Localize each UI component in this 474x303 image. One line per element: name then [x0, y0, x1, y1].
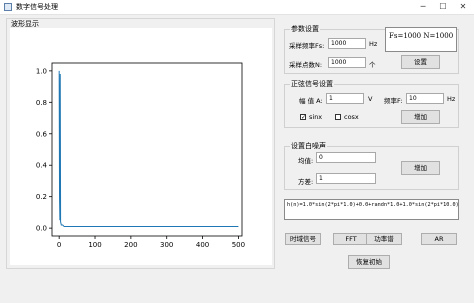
amplitude-unit: V	[368, 95, 373, 103]
variance-input[interactable]: 1	[316, 173, 376, 184]
y-tick-label: 1.0	[36, 67, 47, 75]
y-tick-label: 0.4	[36, 162, 48, 170]
plot-frame	[51, 62, 243, 237]
restore-button[interactable]: 恢复初始	[348, 255, 390, 269]
frequency-input[interactable]: 10	[406, 93, 444, 104]
app-icon	[4, 3, 12, 11]
frequency-label: 频率F:	[384, 97, 403, 105]
fft-button[interactable]: FFT	[333, 233, 369, 245]
noise-group-title: 设置白噪声	[290, 141, 327, 151]
amplitude-label: 幅 值 A:	[299, 97, 323, 105]
fs-unit: Hz	[369, 40, 378, 48]
x-tick-label: 300	[160, 241, 173, 249]
params-group-title: 参数设置	[290, 24, 320, 34]
cosx-label: cosx	[344, 113, 359, 121]
sinx-checkbox[interactable]: ✓	[300, 114, 307, 121]
minimize-button[interactable]: ─	[413, 0, 433, 14]
x-tick-label: 100	[88, 241, 101, 249]
n-unit: 个	[369, 61, 376, 69]
x-tick-label: 200	[124, 241, 137, 249]
add-sine-button[interactable]: 增加	[401, 110, 440, 124]
add-noise-button[interactable]: 增加	[401, 161, 440, 175]
plot-area: 0 100 200 300 400 500 0.0 0.2 0.4 0.6 0.8 1.0	[10, 28, 272, 265]
fs-info-display: Fs=1000 N=1000	[385, 27, 457, 52]
formula-display: h(n)=1.0*sin(2*pi*1.0)+0.0+randn*1.0+1.0…	[284, 199, 459, 220]
x-tick-label: 0	[57, 241, 61, 249]
n-label: 采样点数N:	[289, 61, 323, 69]
power-spectrum-button[interactable]: 功率谱	[366, 233, 402, 245]
variance-label: 方差:	[298, 178, 314, 186]
amplitude-input[interactable]: 1	[326, 93, 364, 104]
fs-label: 采样频率Fs:	[289, 42, 325, 50]
sine-group-title: 正弦信号设置	[290, 79, 334, 89]
x-tick-label: 500	[232, 241, 245, 249]
waveform-chart: 0 100 200 300 400 500 0.0 0.2 0.4 0.6 0.8 1.0	[36, 62, 245, 249]
y-tick-label: 0.8	[36, 99, 47, 107]
mean-input[interactable]: 0	[316, 152, 376, 163]
check-icon: ✓	[301, 114, 307, 121]
cosx-checkbox[interactable]	[335, 114, 341, 120]
close-button[interactable]: ✕	[453, 0, 473, 14]
ar-button[interactable]: AR	[421, 233, 457, 245]
y-tick-label: 0.6	[36, 130, 48, 138]
y-tick-label: 0.0	[36, 225, 47, 233]
x-tick-label: 400	[196, 241, 209, 249]
fs-input[interactable]: 1000	[328, 38, 366, 49]
set-params-button[interactable]: 设置	[401, 55, 440, 69]
maximize-button[interactable]: ☐	[433, 0, 453, 14]
frequency-unit: Hz	[447, 95, 456, 103]
title-bar	[0, 0, 474, 15]
sinx-label: sinx	[309, 113, 323, 121]
n-input[interactable]: 1000	[328, 57, 366, 68]
window-title: 数字信号处理	[16, 3, 58, 11]
y-tick-label: 0.2	[36, 193, 47, 201]
mean-label: 均值:	[298, 157, 314, 165]
time-signal-button[interactable]: 时域信号	[285, 233, 321, 245]
series-line	[58, 70, 239, 228]
